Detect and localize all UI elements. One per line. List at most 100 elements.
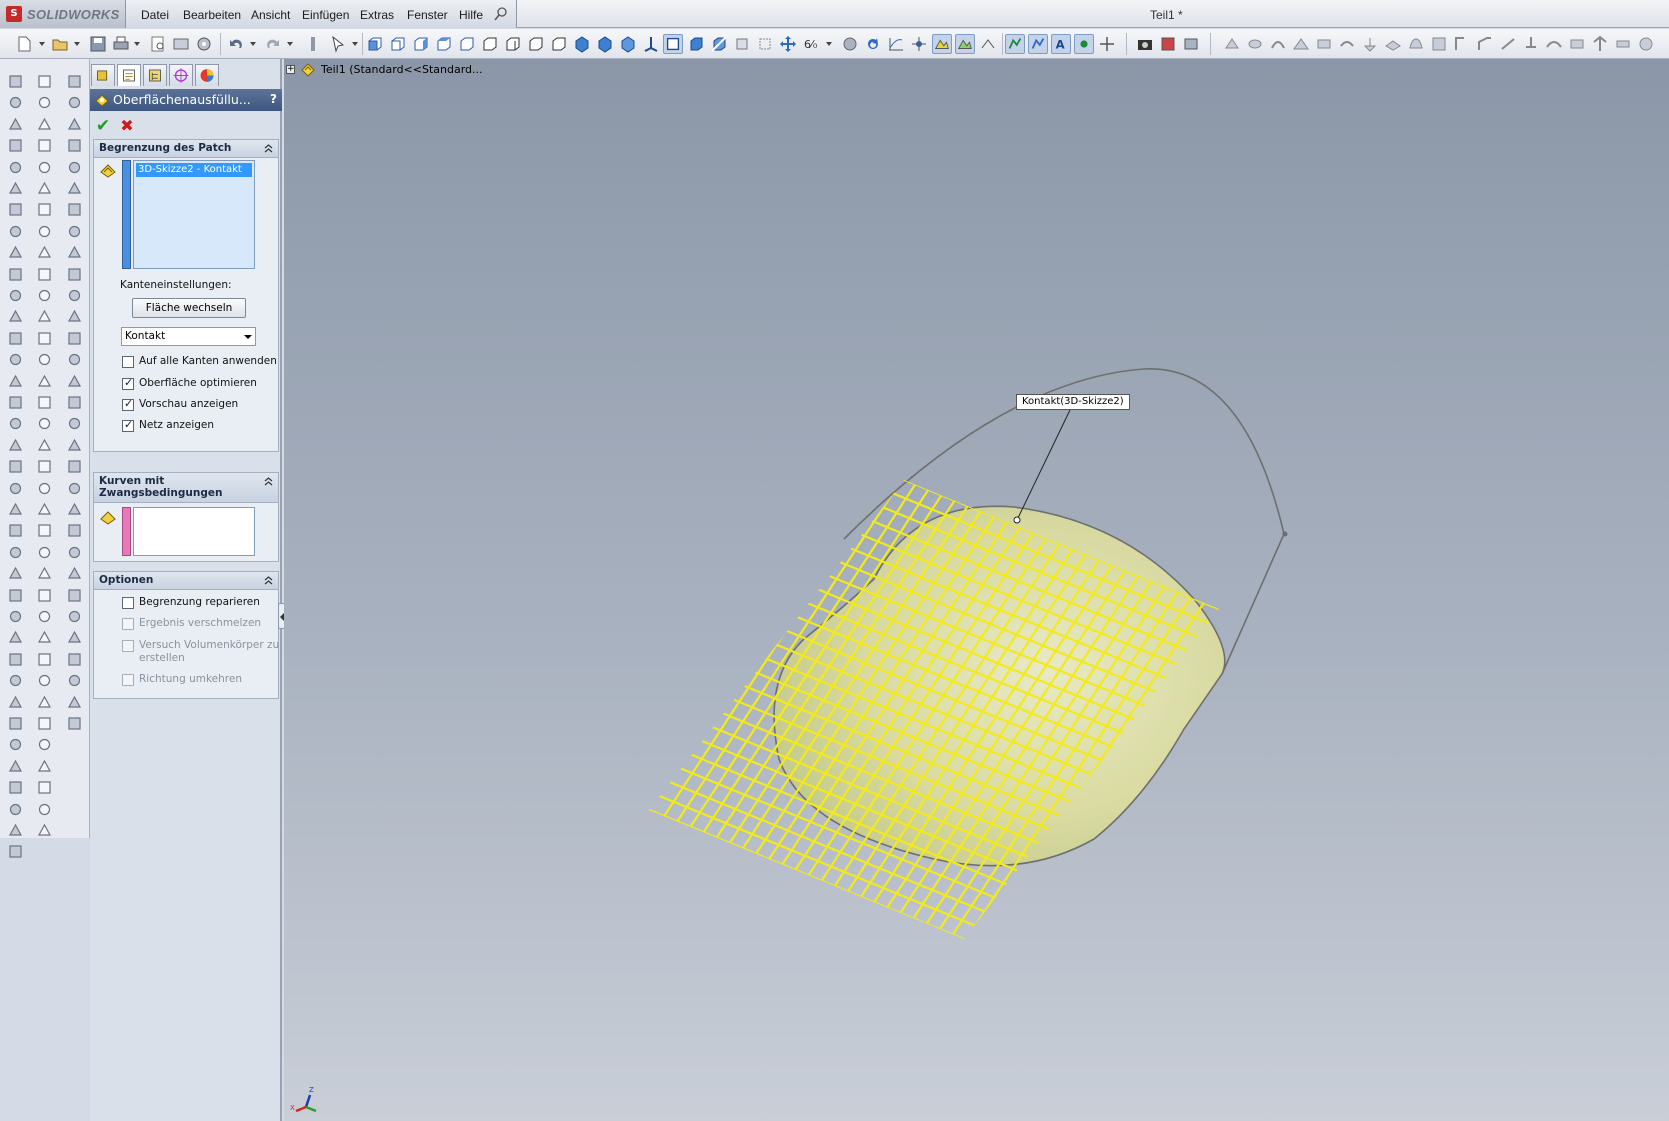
plane-icon[interactable]	[36, 437, 53, 454]
offset-surface-side-icon[interactable]	[66, 180, 83, 197]
reverse-direction-checkbox[interactable]	[122, 674, 134, 686]
revolve-cut-icon[interactable]	[7, 201, 24, 218]
hidden-lines-icon[interactable]	[732, 34, 752, 54]
view-bottom-icon[interactable]	[480, 34, 500, 54]
circle-icon[interactable]	[36, 223, 53, 240]
axes-icon[interactable]	[641, 34, 661, 54]
repair-boundary-checkbox[interactable]	[122, 597, 134, 609]
merge-result-checkbox[interactable]	[122, 618, 134, 630]
alternate-face-button[interactable]: Fläche wechseln	[132, 298, 246, 318]
normal-to-icon[interactable]	[572, 34, 592, 54]
boundary-surface-side-icon[interactable]	[66, 159, 83, 176]
mid-surface-icon[interactable]	[1590, 34, 1610, 54]
zoom-icon[interactable]: 6⁄₀	[801, 34, 821, 54]
collapse-chevron-icon[interactable]	[263, 476, 274, 487]
mirror-icon[interactable]	[7, 565, 24, 582]
radiate-surface-side-icon[interactable]	[66, 201, 83, 218]
surface-sweep-side-icon[interactable]	[66, 116, 83, 133]
expand-tree-icon[interactable]: +	[286, 65, 295, 74]
fill-pattern-icon[interactable]	[7, 651, 24, 668]
arc-icon[interactable]	[36, 266, 53, 283]
smart-dimension-icon[interactable]	[36, 116, 53, 133]
surface-loft-icon[interactable]	[1291, 34, 1311, 54]
add-relation-icon[interactable]	[36, 758, 53, 775]
new-document-icon[interactable]	[14, 34, 34, 54]
copy-entities-icon[interactable]	[36, 651, 53, 668]
scale-entities-icon[interactable]	[36, 694, 53, 711]
undo-icon[interactable]	[226, 34, 246, 54]
display-relations-icon[interactable]	[36, 779, 53, 796]
hole-wizard-icon[interactable]	[7, 394, 24, 411]
delete-face-side-icon[interactable]	[66, 351, 83, 368]
text-icon[interactable]	[36, 415, 53, 432]
surface-loft-side-icon[interactable]	[66, 137, 83, 154]
extend-surface-side-icon[interactable]	[66, 287, 83, 304]
trim-surface-side-icon[interactable]	[66, 308, 83, 325]
move-face-icon[interactable]	[7, 822, 24, 839]
circular-pattern-icon[interactable]	[7, 544, 24, 561]
display-manager-icon[interactable]	[195, 64, 219, 86]
view-3d-sketch-icon[interactable]	[1028, 34, 1048, 54]
extrude-cut-icon[interactable]	[7, 180, 24, 197]
knit-surface-icon[interactable]	[1429, 34, 1449, 54]
view-points-icon[interactable]	[1074, 34, 1094, 54]
view-axes-icon[interactable]	[955, 34, 975, 54]
curvature-icon[interactable]	[886, 34, 906, 54]
3d-sketch-icon[interactable]	[36, 94, 53, 111]
spline-icon[interactable]	[36, 351, 53, 368]
split-entities-icon[interactable]	[36, 544, 53, 561]
show-mesh-checkbox[interactable]	[122, 418, 134, 432]
extend-surface-icon[interactable]	[1452, 34, 1472, 54]
deform-icon[interactable]	[7, 480, 24, 497]
view-back-icon[interactable]	[388, 34, 408, 54]
zoom-dropdown-arrow[interactable]	[826, 42, 832, 46]
dimxpert-icon[interactable]	[169, 64, 193, 86]
sweep-cut-icon[interactable]	[7, 223, 24, 240]
linear-pattern-icon[interactable]	[7, 522, 24, 539]
circular-sketch-pattern-icon[interactable]	[36, 608, 53, 625]
callout-anchor-point[interactable]	[1013, 516, 1021, 524]
ruled-surface-side-icon[interactable]	[66, 415, 83, 432]
split-icon[interactable]	[7, 672, 24, 689]
shaded-edges-icon[interactable]	[618, 34, 638, 54]
untrim-surface-side-icon[interactable]	[66, 330, 83, 347]
chamfer-icon[interactable]	[7, 308, 24, 325]
linear-sketch-pattern-icon[interactable]	[36, 587, 53, 604]
patch-boundary-group-header[interactable]: Begrenzung des Patch	[94, 140, 278, 158]
constraint-curves-group-header[interactable]: Kurven mit Zwangsbedingungen	[94, 473, 278, 503]
boundary-cut-icon[interactable]	[7, 266, 24, 283]
replace-face-icon[interactable]	[1544, 34, 1564, 54]
view-right-icon[interactable]	[434, 34, 454, 54]
print-dropdown-arrow[interactable]	[134, 42, 140, 46]
reference-plane-side-icon[interactable]	[66, 608, 83, 625]
wrap-icon[interactable]	[7, 415, 24, 432]
view-isometric-icon[interactable]	[503, 34, 523, 54]
point-icon[interactable]	[36, 373, 53, 390]
rotate-icon[interactable]	[863, 34, 883, 54]
options-icon[interactable]	[194, 34, 214, 54]
photoworks-icon[interactable]	[1158, 34, 1178, 54]
model-scene[interactable]	[284, 59, 1669, 1121]
chevron-down-icon[interactable]	[240, 328, 255, 345]
boundary-selection-list[interactable]: 3D-Skizze2 - Kontakt	[133, 160, 255, 269]
composite-curve-side-icon[interactable]	[66, 544, 83, 561]
print-icon[interactable]	[111, 34, 131, 54]
undo-dropdown-arrow[interactable]	[250, 42, 256, 46]
thicken-side-icon[interactable]	[66, 437, 83, 454]
wireframe-side-icon[interactable]	[66, 715, 83, 732]
menu-hilfe[interactable]: Hilfe	[459, 8, 483, 22]
view-temporary-axes-icon[interactable]	[1097, 34, 1117, 54]
draft-icon[interactable]	[7, 373, 24, 390]
sweep-boss-icon[interactable]	[7, 116, 24, 133]
appearance-sphere-icon[interactable]	[840, 34, 860, 54]
menu-ansicht[interactable]: Ansicht	[251, 8, 290, 22]
wireframe-icon[interactable]	[755, 34, 775, 54]
selection-callout[interactable]: Kontakt(3D-Skizze2)	[1016, 394, 1130, 410]
optimize-surface-checkbox[interactable]	[122, 376, 134, 390]
boundary-boss-icon[interactable]	[7, 159, 24, 176]
collapse-chevron-icon[interactable]	[263, 575, 274, 586]
part-tree-label[interactable]: Teil1 (Standard<<Standard...	[321, 63, 483, 76]
fillet-sketch-icon[interactable]	[36, 715, 53, 732]
print-preview-icon[interactable]	[148, 34, 168, 54]
curve-through-points-side-icon[interactable]	[66, 565, 83, 582]
